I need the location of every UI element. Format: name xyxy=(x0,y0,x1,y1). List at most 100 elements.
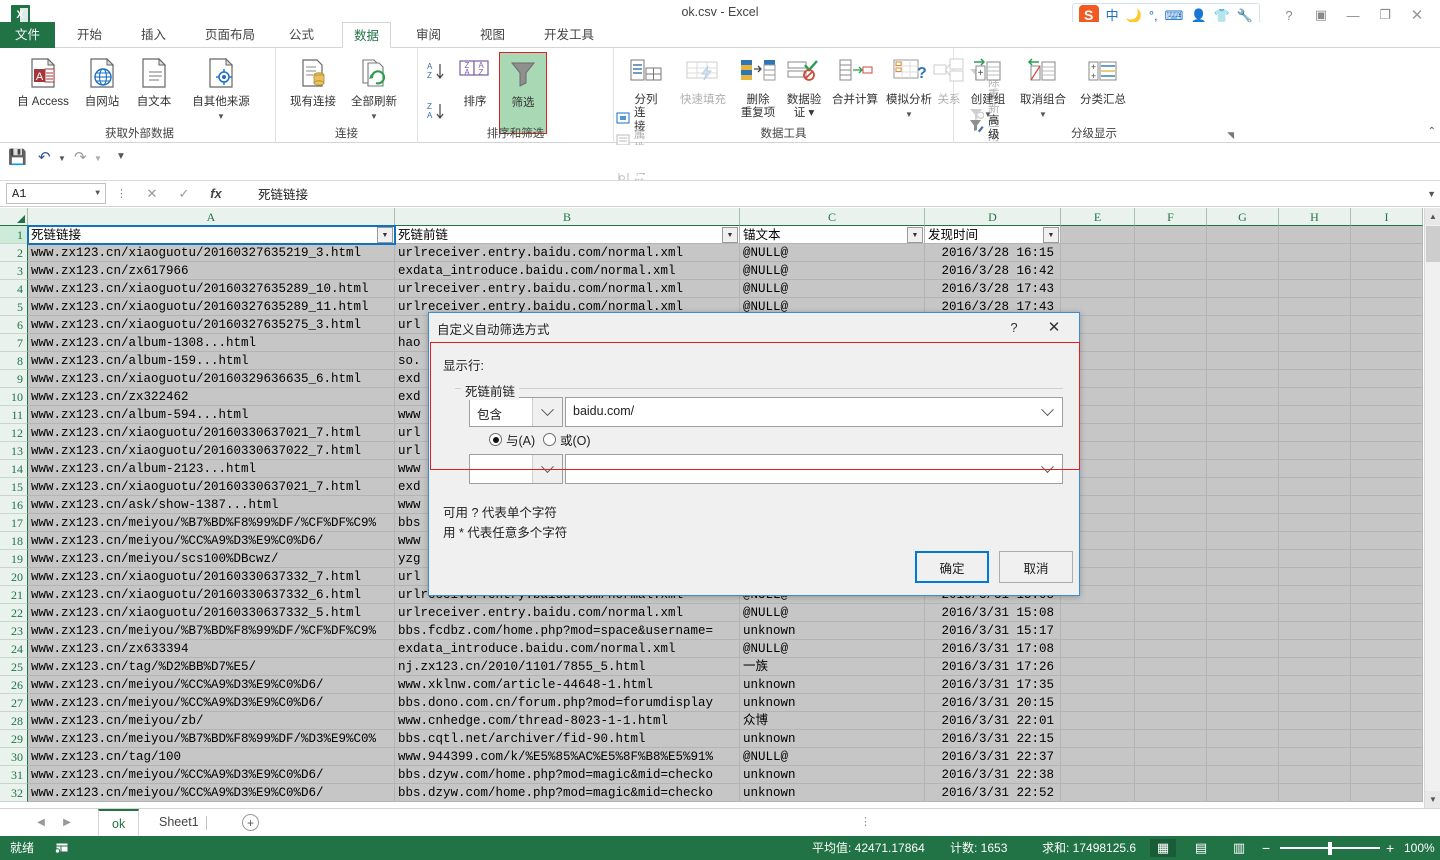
cell-E29[interactable] xyxy=(1061,730,1135,748)
cell-F2[interactable] xyxy=(1135,244,1207,262)
cell-A12[interactable]: www.zx123.cn/xiaoguotu/20160330637021_7.… xyxy=(28,424,395,442)
cell-H29[interactable] xyxy=(1279,730,1351,748)
cell-C23[interactable]: unknown xyxy=(740,622,925,640)
cell-G22[interactable] xyxy=(1207,604,1279,622)
existing-connections-button[interactable]: 现有连接 xyxy=(282,56,344,109)
cell-I4[interactable] xyxy=(1351,280,1423,298)
column-header-b[interactable]: B xyxy=(395,208,740,226)
view-normal-button[interactable]: ▦ xyxy=(1150,839,1176,857)
cell-G20[interactable] xyxy=(1207,568,1279,586)
ime-moon-icon[interactable]: 🌙 xyxy=(1126,9,1142,22)
cell-G18[interactable] xyxy=(1207,532,1279,550)
tab-formulas[interactable]: 公式 xyxy=(278,22,325,48)
cell-H20[interactable] xyxy=(1279,568,1351,586)
cell-F14[interactable] xyxy=(1135,460,1207,478)
cell-I11[interactable] xyxy=(1351,406,1423,424)
cell-H17[interactable] xyxy=(1279,514,1351,532)
cell-C4[interactable]: @NULL@ xyxy=(740,280,925,298)
row-header-25[interactable]: 25 xyxy=(0,658,28,676)
cell-A16[interactable]: www.zx123.cn/ask/show-1387...html xyxy=(28,496,395,514)
column-header-h[interactable]: H xyxy=(1279,208,1351,226)
cell-F15[interactable] xyxy=(1135,478,1207,496)
cell-C28[interactable]: 众博 xyxy=(740,712,925,730)
ungroup-chevron-down-icon[interactable]: ▼ xyxy=(1012,108,1074,121)
cell-H18[interactable] xyxy=(1279,532,1351,550)
value-2-chevron-down-icon[interactable] xyxy=(1032,455,1062,483)
cell-D2[interactable]: 2016/3/28 16:15 xyxy=(925,244,1061,262)
cell-A14[interactable]: www.zx123.cn/album-2123...html xyxy=(28,460,395,478)
cell-I19[interactable] xyxy=(1351,550,1423,568)
cell-F21[interactable] xyxy=(1135,586,1207,604)
ok-button[interactable]: 确定 xyxy=(915,551,989,583)
cell-B32[interactable]: bbs.dzyw.com/home.php?mod=magic&mid=chec… xyxy=(395,784,740,802)
cell-A24[interactable]: www.zx123.cn/zx633394 xyxy=(28,640,395,658)
cell-B2[interactable]: urlreceiver.entry.baidu.com/normal.xml xyxy=(395,244,740,262)
cell-F23[interactable] xyxy=(1135,622,1207,640)
row-header-13[interactable]: 13 xyxy=(0,442,28,460)
cell-A19[interactable]: www.zx123.cn/meiyou/scs100%DBcwz/ xyxy=(28,550,395,568)
cell-D3[interactable]: 2016/3/28 16:42 xyxy=(925,262,1061,280)
cell-B25[interactable]: nj.zx123.cn/2010/1101/7855_5.html xyxy=(395,658,740,676)
cell-F3[interactable] xyxy=(1135,262,1207,280)
row-header-31[interactable]: 31 xyxy=(0,766,28,784)
cell-E24[interactable] xyxy=(1061,640,1135,658)
cell-B24[interactable]: exdata_introduce.baidu.com/normal.xml xyxy=(395,640,740,658)
row-header-27[interactable]: 27 xyxy=(0,694,28,712)
cell-I17[interactable] xyxy=(1351,514,1423,532)
subtotal-button[interactable]: + + 分类汇总 xyxy=(1074,56,1132,107)
formula-input[interactable]: 死链链接 xyxy=(250,183,1420,204)
and-radio[interactable] xyxy=(489,433,502,446)
cell-H12[interactable] xyxy=(1279,424,1351,442)
cell-E26[interactable] xyxy=(1061,676,1135,694)
cell-F32[interactable] xyxy=(1135,784,1207,802)
ribbon-collapse-chevron-icon[interactable]: ⌃ xyxy=(1428,126,1436,137)
row-header-6[interactable]: 6 xyxy=(0,316,28,334)
cell-A23[interactable]: www.zx123.cn/meiyou/%B7%BD%F8%99%DF/%CF%… xyxy=(28,622,395,640)
or-radio-row[interactable]: 或(O) xyxy=(543,430,591,449)
next-sheet-button[interactable]: ▶ xyxy=(58,815,76,831)
value-1-chevron-down-icon[interactable] xyxy=(1032,398,1062,426)
cell-H26[interactable] xyxy=(1279,676,1351,694)
cell-I15[interactable] xyxy=(1351,478,1423,496)
cell-A6[interactable]: www.zx123.cn/xiaoguotu/20160327635275_3.… xyxy=(28,316,395,334)
cell-F22[interactable] xyxy=(1135,604,1207,622)
cell-I28[interactable] xyxy=(1351,712,1423,730)
column-header-g[interactable]: G xyxy=(1207,208,1279,226)
cell-G32[interactable] xyxy=(1207,784,1279,802)
and-radio-row[interactable]: 与(A) xyxy=(489,430,535,449)
cell-H32[interactable] xyxy=(1279,784,1351,802)
cell-F10[interactable] xyxy=(1135,388,1207,406)
zoom-in-button[interactable]: + xyxy=(1386,836,1394,860)
operator-1-chevron-down-icon[interactable] xyxy=(532,398,562,426)
cell-A27[interactable]: www.zx123.cn/meiyou/%CC%A9%D3%E9%C0%D6/ xyxy=(28,694,395,712)
row-header-12[interactable]: 12 xyxy=(0,424,28,442)
cell-F29[interactable] xyxy=(1135,730,1207,748)
tab-page-layout[interactable]: 页面布局 xyxy=(194,22,266,48)
cell-G9[interactable] xyxy=(1207,370,1279,388)
tab-home[interactable]: 开始 xyxy=(66,22,113,48)
cell-A4[interactable]: www.zx123.cn/xiaoguotu/20160327635289_10… xyxy=(28,280,395,298)
row-header-28[interactable]: 28 xyxy=(0,712,28,730)
cell-I7[interactable] xyxy=(1351,334,1423,352)
cell-D23[interactable]: 2016/3/31 15:17 xyxy=(925,622,1061,640)
ime-skin-icon[interactable]: 👕 xyxy=(1214,9,1230,22)
cell-H21[interactable] xyxy=(1279,586,1351,604)
from-other-sources-chevron-down-icon[interactable]: ▼ xyxy=(180,110,262,123)
cell-C2[interactable]: @NULL@ xyxy=(740,244,925,262)
cell-I32[interactable] xyxy=(1351,784,1423,802)
cell-F20[interactable] xyxy=(1135,568,1207,586)
cell-I6[interactable] xyxy=(1351,316,1423,334)
tab-review[interactable]: 审阅 xyxy=(405,22,452,48)
cancel-button[interactable]: 取消 xyxy=(999,551,1073,583)
row-header-23[interactable]: 23 xyxy=(0,622,28,640)
cell-F4[interactable] xyxy=(1135,280,1207,298)
sort-descending-button[interactable]: Z A xyxy=(424,100,446,126)
cell-I24[interactable] xyxy=(1351,640,1423,658)
cell-G24[interactable] xyxy=(1207,640,1279,658)
row-header-21[interactable]: 21 xyxy=(0,586,28,604)
confirm-entry-button[interactable]: ✓ xyxy=(168,183,200,204)
name-box[interactable]: A1 ▼ xyxy=(6,183,106,204)
cell-E22[interactable] xyxy=(1061,604,1135,622)
cell-B3[interactable]: exdata_introduce.baidu.com/normal.xml xyxy=(395,262,740,280)
cell-H30[interactable] xyxy=(1279,748,1351,766)
